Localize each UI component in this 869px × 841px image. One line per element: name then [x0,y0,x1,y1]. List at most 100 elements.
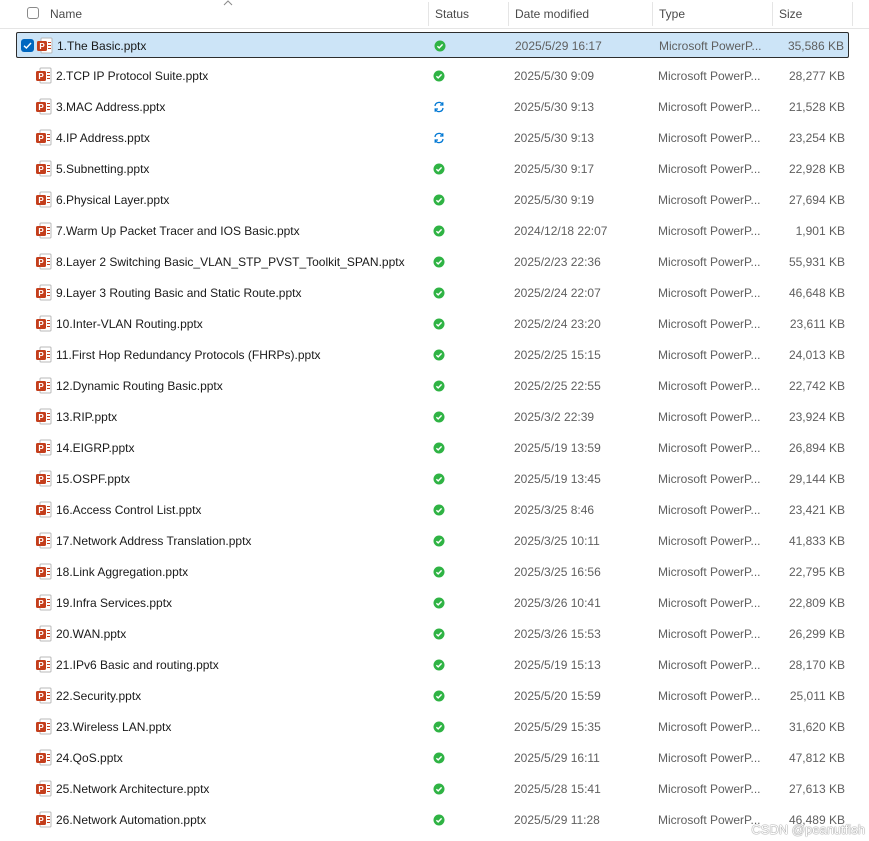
file-row[interactable]: P 5.Subnetting.pptx 2025/5/30 9:17 Microsof… [16,156,849,182]
synced-check-icon [433,721,445,733]
file-row[interactable]: P 21.IPv6 Basic and routing.pptx 2025/5/19… [16,652,849,678]
column-type-header[interactable]: Type [659,0,685,28]
file-type: Microsoft PowerP... [658,751,761,765]
synced-check-icon [433,566,445,578]
file-row[interactable]: P 6.Physical Layer.pptx 2025/5/30 9:19 Micr… [16,187,849,213]
synced-check-icon [433,659,445,671]
file-size: 21,528 KB [788,100,845,114]
file-row[interactable]: P 22.Security.pptx 2025/5/20 15:59 Microsof… [16,683,849,709]
file-name: 25.Network Architecture.pptx [56,782,210,796]
date-modified: 2025/5/29 11:28 [514,813,600,827]
file-name: 5.Subnetting.pptx [56,162,150,176]
synced-check-icon [433,194,445,206]
synced-check-icon [433,411,445,423]
column-divider[interactable] [852,2,853,26]
file-size: 24,013 KB [788,348,845,362]
date-modified: 2025/5/30 9:13 [514,131,595,145]
sort-ascending-icon [223,0,233,6]
file-row[interactable]: P 15.OSPF.pptx 2025/5/19 13:45 Microsoft Po… [16,466,849,492]
file-row[interactable]: P 24.QoS.pptx 2025/5/29 16:11 Microsoft Pow… [16,745,849,771]
file-row[interactable]: P 11.First Hop Redundancy Protocols (FHRP… [16,342,849,368]
file-name: 10.Inter-VLAN Routing.pptx [56,317,203,331]
file-row[interactable]: P 20.WAN.pptx 2025/3/26 15:53 Microsoft Pow… [16,621,849,647]
file-type: Microsoft PowerP... [658,286,761,300]
date-modified: 2025/5/29 16:11 [514,751,600,765]
file-size: 22,809 KB [788,596,845,610]
svg-text:P: P [38,444,44,453]
row-checkbox[interactable] [21,39,34,52]
date-modified: 2025/5/20 15:59 [514,689,601,703]
column-divider[interactable] [772,2,773,26]
sync-pending-icon [434,101,444,113]
file-row[interactable]: P 8.Layer 2 Switching Basic_VLAN_STP_PVST… [16,249,849,275]
file-size: 31,620 KB [788,720,845,734]
file-row[interactable]: P 7.Warm Up Packet Tracer and IOS Basic.p… [16,218,849,244]
file-name: 13.RIP.pptx [56,410,118,424]
file-type: Microsoft PowerP... [658,565,761,579]
file-name: 15.OSPF.pptx [56,472,131,486]
column-date-header[interactable]: Date modified [515,0,589,28]
synced-check-icon [433,70,445,82]
powerpoint-file-icon: P [36,222,52,239]
file-type: Microsoft PowerP... [658,255,761,269]
file-row[interactable]: P 23.Wireless LAN.pptx 2025/5/29 15:35 Micr… [16,714,849,740]
synced-check-icon [433,473,445,485]
file-row[interactable]: P 4.IP Address.pptx 2025/5/30 9:13 Microsof… [16,125,849,151]
file-name: 6.Physical Layer.pptx [56,193,170,207]
powerpoint-file-icon: P [36,160,52,177]
file-type: Microsoft PowerP... [658,131,761,145]
file-type: Microsoft PowerP... [658,534,761,548]
file-name: 20.WAN.pptx [56,627,127,641]
powerpoint-file-icon: P [36,687,52,704]
file-size: 41,833 KB [788,534,845,548]
file-row[interactable]: P 3.MAC Address.pptx 2025/5/30 9:13 Microso… [16,94,849,120]
date-modified: 2025/2/25 22:55 [514,379,601,393]
svg-text:P: P [38,258,44,267]
svg-text:P: P [38,475,44,484]
file-name: 4.IP Address.pptx [56,131,150,145]
column-name-header[interactable]: Name [50,0,82,28]
date-modified: 2025/5/30 9:17 [514,162,595,176]
column-divider[interactable] [428,2,429,26]
date-modified: 2025/5/19 13:45 [514,472,601,486]
powerpoint-file-icon: P [36,408,52,425]
column-divider[interactable] [652,2,653,26]
svg-text:P: P [38,537,44,546]
file-row[interactable]: P 25.Network Architecture.pptx 2025/5/28 1… [16,776,849,802]
file-row[interactable]: P 14.EIGRP.pptx 2025/5/19 13:59 Microsoft P… [16,435,849,461]
date-modified: 2025/3/25 16:56 [514,565,601,579]
file-name: 24.QoS.pptx [56,751,123,765]
file-row[interactable]: P 2.TCP IP Protocol Suite.pptx 2025/5/30 9… [16,63,849,89]
file-type: Microsoft PowerP... [658,782,761,796]
file-row[interactable]: P 1.The Basic.pptx 2025/5/29 16:17 Microsof… [16,32,849,58]
svg-text:P: P [38,413,44,422]
file-name: 3.MAC Address.pptx [56,100,166,114]
file-type: Microsoft PowerP... [658,317,761,331]
svg-text:P: P [38,165,44,174]
date-modified: 2024/12/18 22:07 [514,224,608,238]
file-row[interactable]: P 26.Network Automation.pptx 2025/5/29 11:… [16,807,849,833]
svg-text:P: P [38,72,44,81]
date-modified: 2025/5/29 16:17 [515,39,602,53]
file-row[interactable]: P 17.Network Address Translation.pptx 2025… [16,528,849,554]
date-modified: 2025/5/30 9:09 [514,69,595,83]
file-row[interactable]: P 10.Inter-VLAN Routing.pptx 2025/2/24 23:… [16,311,849,337]
svg-text:P: P [38,630,44,639]
file-row[interactable]: P 16.Access Control List.pptx 2025/3/25 8:… [16,497,849,523]
column-size-header[interactable]: Size [779,0,802,28]
file-row[interactable]: P 13.RIP.pptx 2025/3/2 22:39 Microsoft Powe… [16,404,849,430]
file-type: Microsoft PowerP... [658,472,761,486]
file-row[interactable]: P 12.Dynamic Routing Basic.pptx 2025/2/25 … [16,373,849,399]
column-divider[interactable] [508,2,509,26]
select-all-checkbox[interactable] [27,7,39,19]
file-row[interactable]: P 19.Infra Services.pptx 2025/3/26 10:41 Mi… [16,590,849,616]
file-row[interactable]: P 18.Link Aggregation.pptx 2025/3/25 16:56… [16,559,849,585]
svg-text:P: P [38,506,44,515]
powerpoint-file-icon: P [36,129,52,146]
column-status-header[interactable]: Status [435,0,469,28]
date-modified: 2025/5/29 15:35 [514,720,601,734]
file-size: 22,742 KB [788,379,845,393]
svg-text:P: P [38,816,44,825]
synced-check-icon [433,225,445,237]
file-row[interactable]: P 9.Layer 3 Routing Basic and Static Rout… [16,280,849,306]
